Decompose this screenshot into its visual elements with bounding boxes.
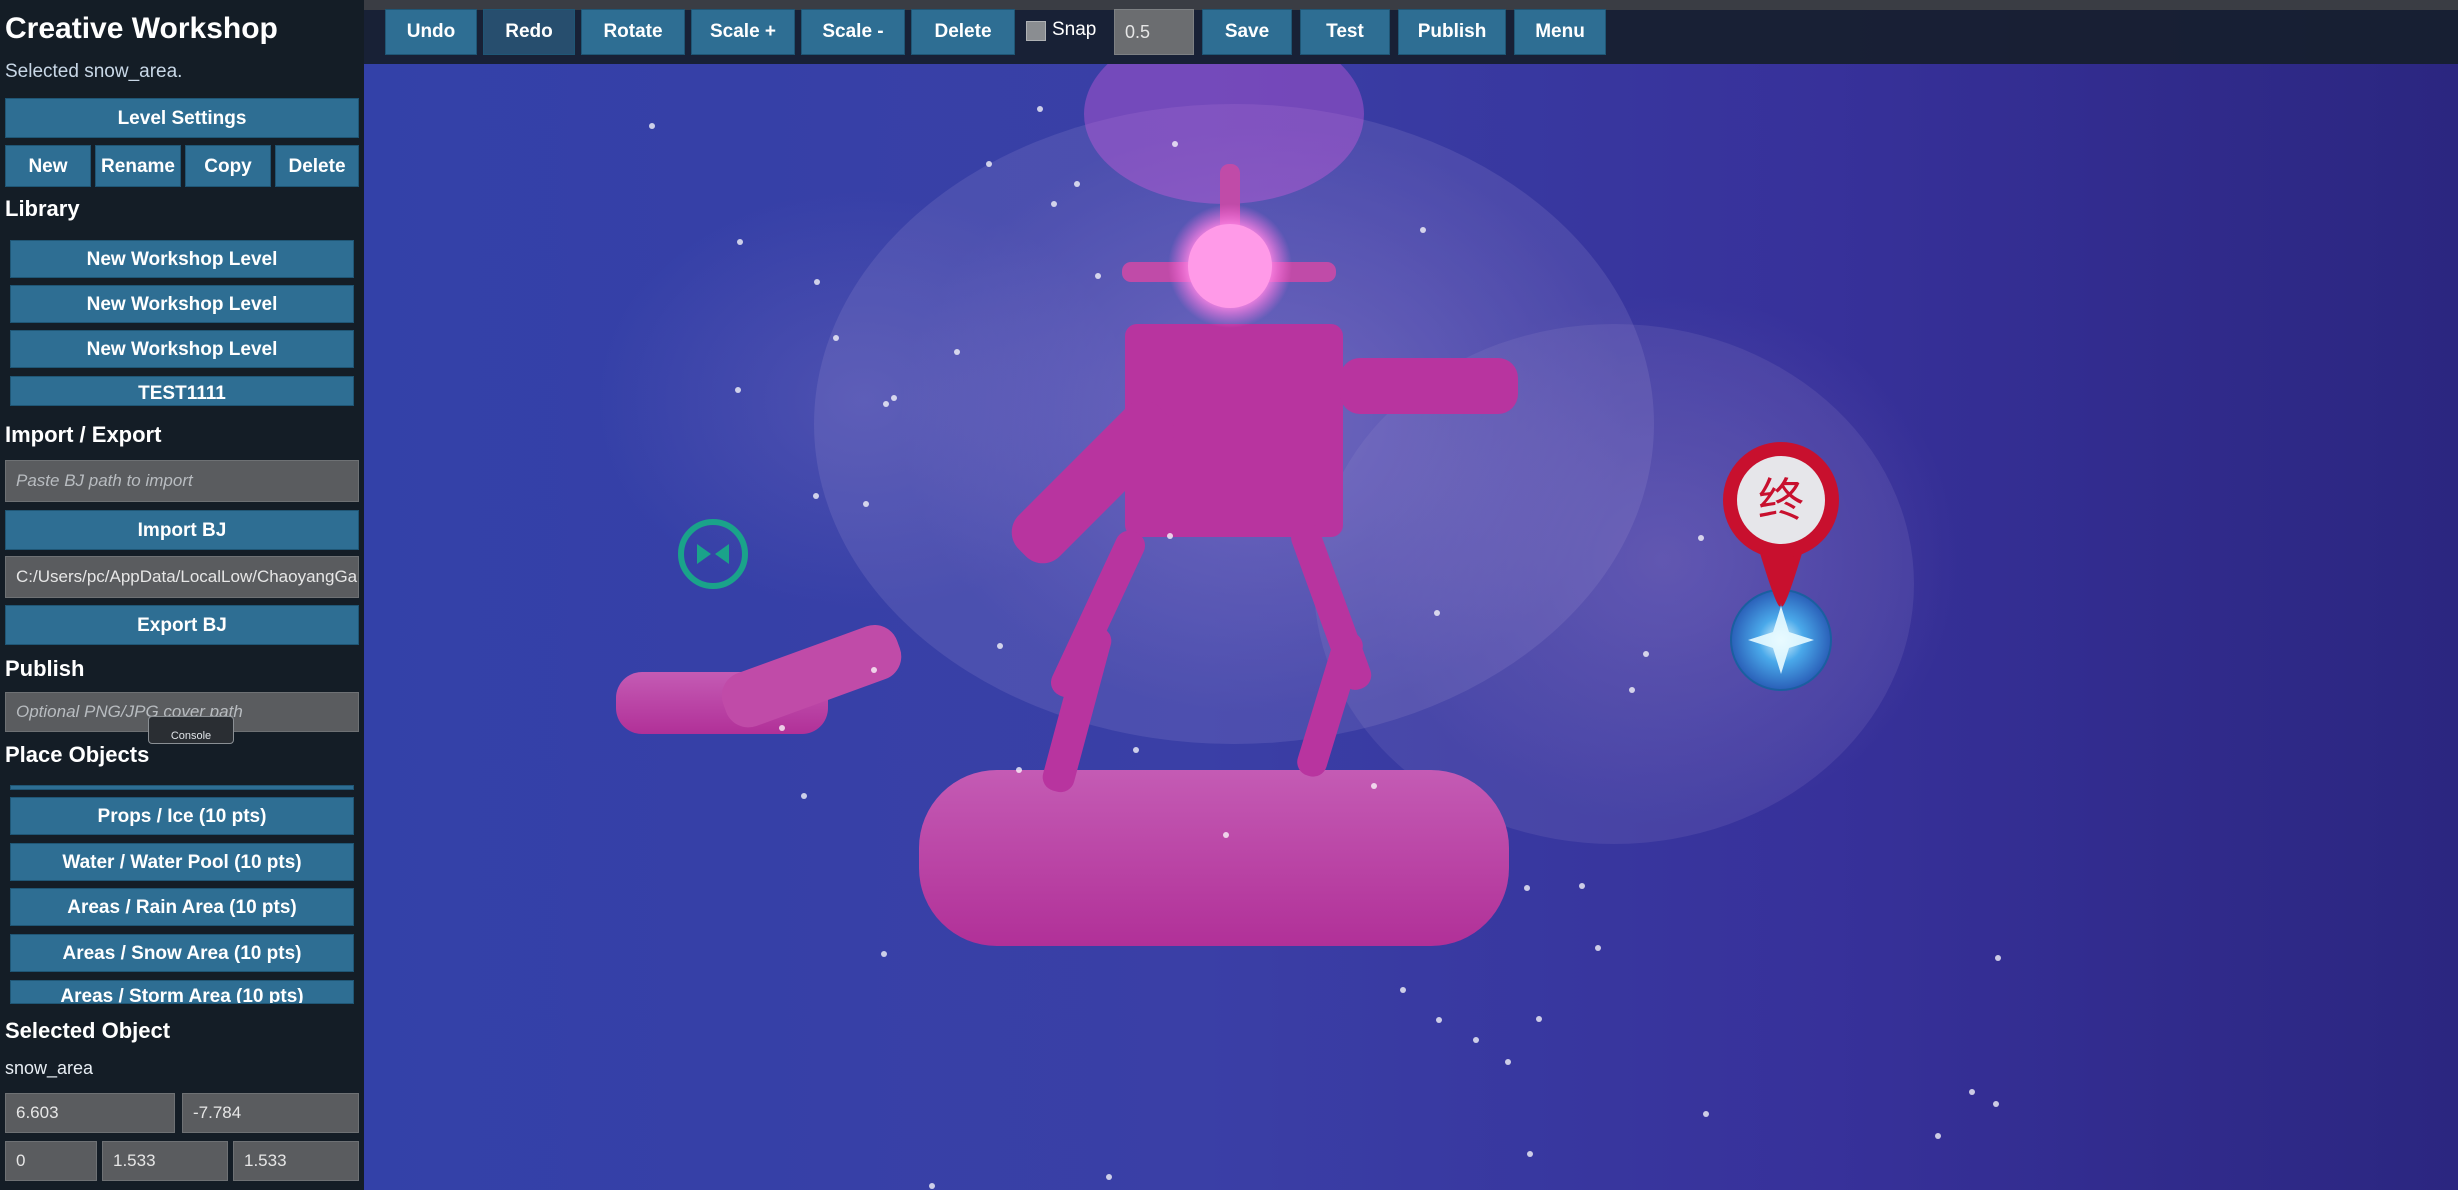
place-object-item[interactable]: Water / Water Pool (10 pts): [10, 843, 354, 881]
selected-object-name: snow_area: [5, 1058, 94, 1078]
selected-object-heading: Selected Object: [5, 1018, 171, 1043]
end-glyph: 终: [1758, 473, 1804, 527]
redo-button[interactable]: Redo: [483, 9, 575, 55]
menu-button[interactable]: Menu: [1514, 9, 1606, 55]
place-object-item[interactable]: Areas / Storm Area (10 pts): [10, 980, 354, 1004]
export-bj-button[interactable]: Export BJ: [5, 605, 359, 645]
library-item[interactable]: New Workshop Level: [10, 240, 354, 278]
new-level-button[interactable]: New: [5, 145, 91, 187]
scale-down-button[interactable]: Scale -: [801, 9, 905, 55]
snap-checkbox[interactable]: [1026, 21, 1046, 41]
place-objects-heading: Place Objects: [5, 742, 150, 767]
library-heading: Library: [5, 196, 80, 221]
place-object-item[interactable]: Areas / Snow Area (10 pts): [10, 934, 354, 972]
import-path-input[interactable]: Paste BJ path to import: [5, 460, 359, 502]
library-item[interactable]: New Workshop Level: [10, 330, 354, 368]
position-y-input[interactable]: -7.784: [182, 1093, 359, 1133]
robot-right-arm[interactable]: [1340, 358, 1518, 414]
spawn-point-icon[interactable]: [678, 519, 748, 589]
level-scene[interactable]: 终: [364, 64, 2458, 1190]
floor-platform[interactable]: [919, 770, 1509, 946]
snap-label: Snap: [1052, 19, 1097, 40]
level-settings-button[interactable]: Level Settings: [5, 98, 359, 138]
library-item[interactable]: TEST1111: [10, 376, 354, 406]
library-item[interactable]: New Workshop Level: [10, 285, 354, 323]
robot-head[interactable]: [1188, 224, 1272, 308]
copy-level-button[interactable]: Copy: [185, 145, 271, 187]
snap-value-input[interactable]: 0.5: [1114, 9, 1194, 55]
export-path-input[interactable]: C:/Users/pc/AppData/LocalLow/ChaoyangGa: [5, 556, 359, 598]
publish-heading: Publish: [5, 656, 85, 681]
import-export-heading: Import / Export: [5, 422, 162, 447]
scale-up-button[interactable]: Scale +: [691, 9, 795, 55]
place-object-item[interactable]: Areas / Rain Area (10 pts): [10, 888, 354, 926]
delete-button[interactable]: Delete: [911, 9, 1015, 55]
rename-level-button[interactable]: Rename: [95, 145, 181, 187]
publish-button[interactable]: Publish: [1398, 9, 1506, 55]
test-button[interactable]: Test: [1300, 9, 1390, 55]
undo-button[interactable]: Undo: [385, 9, 477, 55]
position-x-input[interactable]: 6.603: [5, 1093, 175, 1133]
sidebar: Creative Workshop Selected snow_area. Le…: [0, 0, 364, 1190]
console-tooltip[interactable]: Console: [148, 716, 234, 744]
app-title: Creative Workshop: [5, 12, 278, 45]
place-objects-scroll-edge: [10, 785, 354, 790]
place-object-item[interactable]: Props / Ice (10 pts): [10, 797, 354, 835]
save-button[interactable]: Save: [1202, 9, 1292, 55]
scale-y-input[interactable]: 1.533: [233, 1141, 359, 1181]
rotation-input[interactable]: 0: [5, 1141, 97, 1181]
scale-x-input[interactable]: 1.533: [102, 1141, 228, 1181]
rotate-button[interactable]: Rotate: [581, 9, 685, 55]
status-text: Selected snow_area.: [5, 61, 183, 82]
delete-level-button[interactable]: Delete: [275, 145, 359, 187]
import-bj-button[interactable]: Import BJ: [5, 510, 359, 550]
